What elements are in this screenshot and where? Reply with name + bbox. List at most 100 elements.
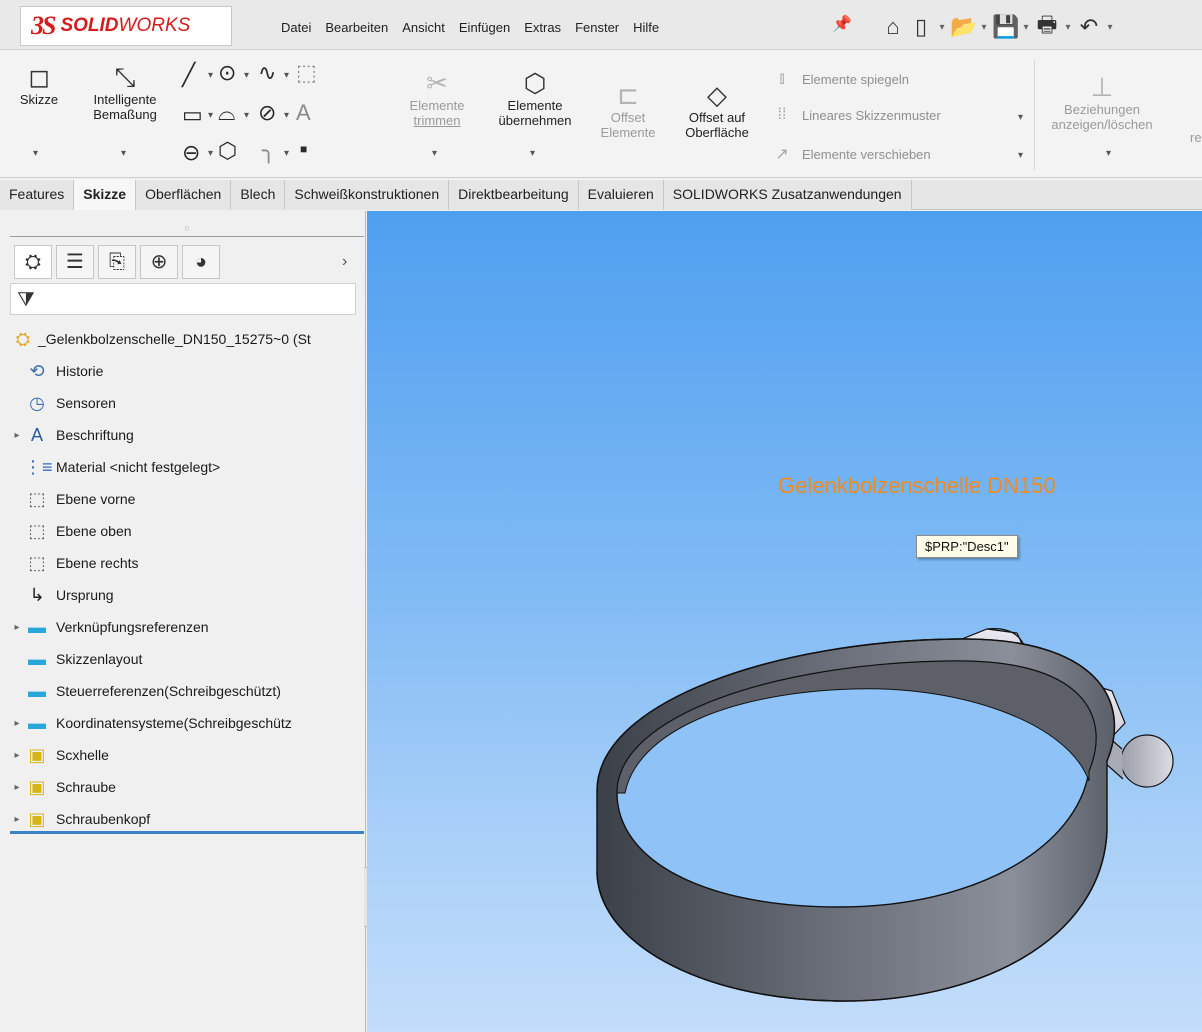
tree-item-schraube[interactable]: ▸ ▣ Schraube: [10, 771, 366, 803]
circle-icon[interactable]: ⊙: [218, 60, 236, 86]
smart-dimension-button[interactable]: ⤡ Intelligente Bemaßung: [78, 62, 172, 122]
tree-item-historie[interactable]: ⟲ Historie: [10, 355, 366, 387]
ellipse-icon[interactable]: ⊘: [258, 100, 276, 126]
chevron-down-icon[interactable]: ▾: [33, 148, 38, 159]
point-grid-icon[interactable]: ⬚: [296, 60, 317, 86]
tree-item-scxhelle[interactable]: ▸ ▣ Scxhelle: [10, 739, 366, 771]
polygon-icon[interactable]: ⬡: [218, 138, 237, 164]
dimxpert-tab-icon[interactable]: ⊕: [140, 245, 178, 279]
chevron-down-icon[interactable]: ▾: [208, 148, 213, 159]
display-relations-button[interactable]: ⊥ Beziehungen anzeigen/löschen: [1040, 72, 1164, 132]
chevron-down-icon[interactable]: ▾: [1018, 150, 1023, 161]
expand-arrow-icon[interactable]: ▸: [10, 430, 24, 441]
menu-bearbeiten[interactable]: Bearbeiten: [318, 16, 395, 39]
fillet-icon[interactable]: ╮: [262, 138, 275, 164]
menu-ansicht[interactable]: Ansicht: [395, 16, 452, 39]
chevron-down-icon[interactable]: ▾: [284, 148, 289, 159]
tree-end-marker[interactable]: [10, 831, 364, 834]
panel-grip-handle[interactable]: ○: [10, 223, 364, 237]
chevron-down-icon[interactable]: ▾: [1106, 148, 1111, 159]
expand-arrow-icon[interactable]: ▸: [10, 750, 24, 761]
mirror-entities-button[interactable]: ⫾ Elemente spiegeln: [772, 70, 909, 88]
undo-icon[interactable]: ↶: [1076, 14, 1102, 40]
chevron-down-icon[interactable]: ▾: [121, 148, 126, 159]
move-entities-button[interactable]: ↗ Elemente verschieben: [772, 144, 930, 164]
menu-extras[interactable]: Extras: [517, 16, 568, 39]
tab-oberflaechen[interactable]: Oberflächen: [136, 180, 232, 210]
pin-icon[interactable]: 📌: [832, 14, 852, 34]
new-document-icon[interactable]: ▯: [908, 14, 934, 40]
convert-entities-button[interactable]: ⬡ Elemente übernehmen: [484, 68, 586, 128]
chevron-down-icon[interactable]: ▾: [208, 110, 213, 121]
tab-blech[interactable]: Blech: [231, 180, 286, 210]
tree-item-ebene-vorne[interactable]: ⬚ Ebene vorne: [10, 483, 366, 515]
expand-arrow-icon[interactable]: ▸: [10, 718, 24, 729]
chevron-down-icon[interactable]: ▾: [244, 110, 249, 121]
chevron-right-icon[interactable]: ›: [342, 253, 347, 271]
tree-item-steuerreferenzen-schreibgesch-tzt[interactable]: ▬ Steuerreferenzen(Schreibgeschützt): [10, 675, 366, 707]
chevron-down-icon[interactable]: ▾: [244, 70, 249, 81]
offset-on-surface-button[interactable]: ◇ Offset auf Oberfläche: [672, 80, 762, 140]
text-icon[interactable]: A: [296, 100, 311, 126]
chevron-down-icon[interactable]: ▾: [936, 22, 948, 33]
tab-schweisskonstruktionen[interactable]: Schweißkonstruktionen: [285, 180, 450, 210]
tree-item-verkn-pfungsreferenzen[interactable]: ▸ ▬ Verknüpfungsreferenzen: [10, 611, 366, 643]
slot-icon[interactable]: ⊖: [182, 140, 200, 166]
model-title-note[interactable]: Gelenkbolzenschelle DN150: [778, 473, 1056, 499]
chevron-down-icon[interactable]: ▾: [1018, 112, 1023, 123]
print-icon[interactable]: 🖶: [1034, 8, 1060, 46]
expand-arrow-icon[interactable]: ▸: [10, 782, 24, 793]
menu-einfuegen[interactable]: Einfügen: [452, 16, 517, 39]
save-icon[interactable]: 💾: [992, 14, 1019, 40]
clamp-model[interactable]: [577, 611, 1187, 1011]
chevron-down-icon[interactable]: ▾: [284, 110, 289, 121]
display-manager-tab-icon[interactable]: ◕: [182, 245, 220, 279]
spline-icon[interactable]: ∿: [258, 60, 276, 86]
tree-item-koordinatensysteme-schreibgesch-tz[interactable]: ▸ ▬ Koordinatensysteme(Schreibgeschütz: [10, 707, 366, 739]
tree-root-part[interactable]: ⛭ _Gelenkbolzenschelle_DN150_15275~0 (St: [10, 323, 366, 355]
trim-entities-button[interactable]: ✂ Elemente trimmen: [398, 68, 476, 128]
chevron-down-icon[interactable]: ▾: [530, 148, 535, 159]
tree-item-sensoren[interactable]: ◷ Sensoren: [10, 387, 366, 419]
chevron-down-icon[interactable]: ▾: [284, 70, 289, 81]
feature-manager-tab-icon[interactable]: ⛭: [14, 245, 52, 279]
part-icon: ▣: [28, 808, 46, 829]
tab-direktbearbeitung[interactable]: Direktbearbeitung: [449, 180, 579, 210]
tree-item-ebene-rechts[interactable]: ⬚ Ebene rechts: [10, 547, 366, 579]
chevron-down-icon[interactable]: ▾: [1062, 22, 1074, 33]
chevron-down-icon[interactable]: ▾: [432, 148, 437, 159]
line-icon[interactable]: ╱: [182, 62, 195, 88]
tab-features[interactable]: Features: [0, 180, 75, 210]
property-manager-tab-icon[interactable]: ☰: [56, 245, 94, 279]
tree-item-material-nicht-festgelegt[interactable]: ⋮≡ Material <nicht festgelegt>: [10, 451, 366, 483]
chevron-down-icon[interactable]: ▾: [1020, 22, 1032, 33]
tree-item-skizzenlayout[interactable]: ▬ Skizzenlayout: [10, 643, 366, 675]
open-folder-icon[interactable]: 📂: [950, 14, 977, 40]
expand-arrow-icon[interactable]: ▸: [10, 814, 24, 825]
configuration-manager-tab-icon[interactable]: ⎘: [98, 245, 136, 279]
tab-zusatzanwendungen[interactable]: SOLIDWORKS Zusatzanwendungen: [663, 180, 912, 210]
tree-filter-input[interactable]: ⧩: [10, 283, 356, 315]
menu-fenster[interactable]: Fenster: [568, 16, 626, 39]
chevron-down-icon[interactable]: ▾: [208, 70, 213, 81]
offset-entities-button[interactable]: ⊏ Offset Elemente: [592, 80, 664, 140]
chevron-down-icon[interactable]: ▾: [978, 22, 990, 33]
tree-item-beschriftung[interactable]: ▸ A Beschriftung: [10, 419, 366, 451]
rectangle-icon[interactable]: ▭: [182, 102, 203, 128]
expand-arrow-icon[interactable]: ▸: [10, 622, 24, 633]
menu-hilfe[interactable]: Hilfe: [626, 16, 666, 39]
solidworks-logo[interactable]: 3S SOLIDWORKS: [20, 6, 232, 46]
tree-item-ebene-oben[interactable]: ⬚ Ebene oben: [10, 515, 366, 547]
home-icon[interactable]: ⌂: [880, 14, 906, 40]
chevron-down-icon[interactable]: ▾: [1104, 22, 1116, 33]
tree-item-label: Ebene oben: [56, 523, 132, 539]
plane-small-icon[interactable]: ■: [300, 142, 307, 156]
tab-evaluieren[interactable]: Evaluieren: [578, 180, 664, 210]
sketch-button[interactable]: ◻ Skizze: [16, 62, 62, 107]
menu-datei[interactable]: Datei: [274, 16, 318, 39]
tree-item-ursprung[interactable]: ↳ Ursprung: [10, 579, 366, 611]
arc-icon[interactable]: ⌓: [218, 100, 235, 126]
graphics-area[interactable]: Gelenkbolzenschelle DN150 $PRP:"Desc1": [367, 211, 1202, 1032]
tab-skizze[interactable]: Skizze: [74, 180, 137, 210]
linear-pattern-button[interactable]: ⁞⁞ Lineares Skizzenmuster: [772, 106, 941, 124]
